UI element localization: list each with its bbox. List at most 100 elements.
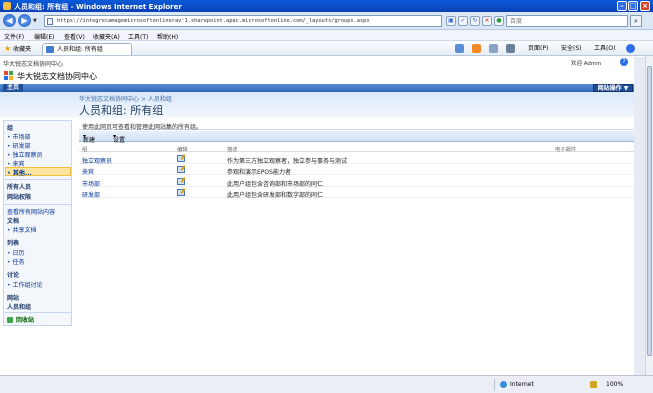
favorites-button[interactable]: ★ 收藏夹 xyxy=(2,43,34,54)
stop-button[interactable]: ✕ xyxy=(482,16,492,26)
top-navigation: 主页 网站操作 ▼ xyxy=(0,84,645,92)
window-title: 人员和组: 所有组 - Windows Internet Explorer xyxy=(14,3,182,11)
column-about[interactable]: 描述 xyxy=(227,145,238,153)
group-link-observer[interactable]: 独立观察员 xyxy=(7,150,43,159)
help-icon[interactable] xyxy=(626,44,635,53)
group-name-link[interactable]: 市场部 xyxy=(82,179,100,188)
column-headers: 组 编辑 描述 电子邮件 xyxy=(79,144,634,153)
menu-view[interactable]: 查看(V) xyxy=(64,32,85,41)
edit-icon[interactable] xyxy=(177,189,185,196)
zoom-level[interactable]: 100% xyxy=(606,381,623,388)
view-all-content-link[interactable]: 查看所有网站内容 xyxy=(7,207,55,216)
global-site-link[interactable]: 华大锐志文档协同中心 xyxy=(3,59,63,68)
search-icon[interactable]: ⌕ xyxy=(630,15,642,27)
group-name-link[interactable]: 研发部 xyxy=(82,190,100,199)
favorites-bar: ★ 收藏夹 人员和组: 所有组 页面(P) 安全(S) 工具(O) xyxy=(0,41,653,56)
new-menu[interactable]: 新建 ▾ xyxy=(83,133,95,144)
documents-heading[interactable]: 文档 xyxy=(7,216,19,225)
forward-button[interactable]: ▶ xyxy=(18,14,31,27)
column-group[interactable]: 组 xyxy=(82,145,87,153)
search-box[interactable] xyxy=(506,15,628,27)
tools-menu[interactable]: 工具(O) xyxy=(594,44,615,53)
shared-docs-link[interactable]: 共享文档 xyxy=(7,225,37,234)
feeds-icon[interactable] xyxy=(472,44,481,53)
menu-help[interactable]: 帮助(H) xyxy=(157,32,178,41)
right-margin xyxy=(634,57,645,375)
list-toolbar: 新建 ▾ 设置 ▾ xyxy=(79,131,634,144)
window-title-bar: 人员和组: 所有组 - Windows Internet Explorer – … xyxy=(0,0,653,12)
edit-icon[interactable] xyxy=(177,178,185,185)
tab-home[interactable]: 主页 xyxy=(3,84,23,92)
tasks-link[interactable]: 任务 xyxy=(7,257,25,266)
search-provider-icon[interactable]: ● xyxy=(494,16,504,26)
calendar-link[interactable]: 日历 xyxy=(7,248,25,257)
ie-icon xyxy=(3,2,11,10)
title-area: 华大锐志文档协同中心 > 人员和组 人员和组: 所有组 xyxy=(0,92,645,118)
minimize-icon[interactable]: – xyxy=(617,1,627,11)
home-icon[interactable] xyxy=(455,44,464,53)
all-people-link[interactable]: 所有人员 xyxy=(7,182,31,191)
column-edit[interactable]: 编辑 xyxy=(177,145,188,153)
main-content: 使用此网页可查看和管理此网站集的所有组。 新建 ▾ 设置 ▾ 组 编辑 描述 电… xyxy=(79,120,634,370)
refresh-button[interactable]: ↻ xyxy=(470,16,480,26)
maximize-icon[interactable]: □ xyxy=(628,1,638,11)
group-link-rnd[interactable]: 研发部 xyxy=(7,141,31,150)
print-icon[interactable] xyxy=(506,44,515,53)
safety-menu[interactable]: 安全(S) xyxy=(561,44,582,53)
sharepoint-header: 华大锐志文档协同中心 xyxy=(0,68,645,84)
certificate-icon[interactable]: ✓ xyxy=(458,16,468,26)
welcome-menu[interactable]: 欢迎 Admin xyxy=(571,59,601,67)
table-row: 独立观察员 作为第三方独立观察者，独立参与事务与测试 xyxy=(79,154,634,165)
lock-icon[interactable]: ▣ xyxy=(446,16,456,26)
protected-mode-icon xyxy=(590,381,597,388)
status-bar: Internet 100% xyxy=(0,375,653,393)
site-permissions-link[interactable]: 网站权限 xyxy=(7,192,31,201)
team-discussion-link[interactable]: 工作组讨论 xyxy=(7,280,43,289)
group-link-market[interactable]: 市场部 xyxy=(7,132,31,141)
settings-menu[interactable]: 设置 ▾ xyxy=(113,133,125,144)
page-icon xyxy=(47,18,53,25)
site-actions-button[interactable]: 网站操作 ▼ xyxy=(593,84,633,92)
menu-favorites[interactable]: 收藏夹(A) xyxy=(93,32,120,41)
sites-heading[interactable]: 网站 xyxy=(7,293,19,302)
menu-file[interactable]: 文件(F) xyxy=(4,32,24,41)
page-description: 使用此网页可查看和管理此网站集的所有组。 xyxy=(79,120,634,131)
recycle-bin-link[interactable]: 回收站 xyxy=(7,315,34,324)
vertical-scrollbar[interactable] xyxy=(645,56,653,375)
column-email[interactable]: 电子邮件 xyxy=(555,145,576,153)
table-row: 市场部 此用户组包含咨询部和市场部的同仁 xyxy=(79,177,634,188)
url-text: https://integrecamagemicrosoftonlinerav'… xyxy=(57,18,370,24)
group-name-link[interactable]: 独立观察员 xyxy=(82,156,112,165)
tab-people-groups[interactable]: 人员和组: 所有组 xyxy=(42,43,132,55)
group-description: 参观和演示EPOS能力者 xyxy=(227,169,291,176)
group-description: 作为第三方独立观察者，独立参与事务与测试 xyxy=(227,158,348,165)
quick-launch: 组 市场部 研发部 独立观察员 来宾 其他... 所有人员 网站权限 查看所有网… xyxy=(3,120,72,326)
groups-heading[interactable]: 组 xyxy=(7,123,13,132)
back-button[interactable]: ◀ xyxy=(3,14,16,27)
group-description: 此用户组包含研发部和数字部的同仁 xyxy=(227,192,324,199)
group-description: 此用户组包含咨询部和市场部的同仁 xyxy=(227,181,324,188)
group-name-link[interactable]: 来宾 xyxy=(82,167,94,176)
edit-icon[interactable] xyxy=(177,155,185,162)
search-input[interactable] xyxy=(507,16,627,26)
discussions-heading[interactable]: 讨论 xyxy=(7,270,19,279)
close-icon[interactable]: × xyxy=(640,1,650,11)
menu-edit[interactable]: 编辑(E) xyxy=(34,32,54,41)
table-row: 研发部 此用户组包含研发部和数字部的同仁 xyxy=(79,188,634,199)
page-title: 人员和组: 所有组 xyxy=(79,104,164,117)
site-name[interactable]: 华大锐志文档协同中心 xyxy=(17,71,97,82)
lists-heading[interactable]: 列表 xyxy=(7,238,19,247)
page-menu[interactable]: 页面(P) xyxy=(528,44,548,53)
description-text: 使用此网页可查看和管理此网站集的所有组。 xyxy=(82,124,203,131)
security-zone[interactable]: Internet xyxy=(510,381,534,388)
url-field[interactable]: https://integrecamagemicrosoftonlinerav'… xyxy=(44,15,442,27)
group-link-more[interactable]: 其他... xyxy=(7,168,32,177)
menu-tools[interactable]: 工具(T) xyxy=(128,32,148,41)
scrollbar-thumb[interactable] xyxy=(647,66,652,356)
people-groups-heading[interactable]: 人员和组 xyxy=(7,302,31,311)
edit-icon[interactable] xyxy=(177,166,185,173)
sp-help-icon[interactable]: ? xyxy=(620,58,628,66)
settings-label: 设置 xyxy=(113,137,126,144)
recent-pages-dropdown-icon[interactable]: ▼ xyxy=(33,18,37,24)
mail-icon[interactable] xyxy=(489,44,498,53)
